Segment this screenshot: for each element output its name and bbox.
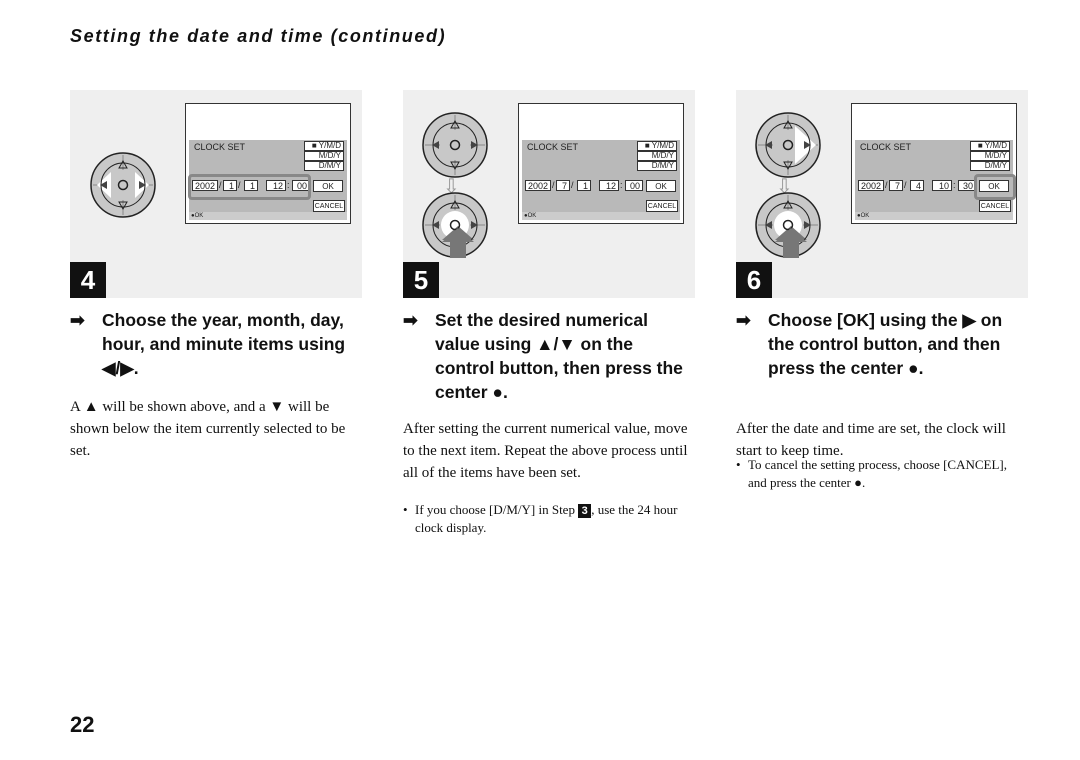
lcd-screen: CLOCK SET ■ Y/M/D M/D/Y D/M/Y 2002 7 1 12 00 / /: O… bbox=[518, 103, 684, 224]
date-field: 4 bbox=[910, 180, 924, 191]
cancel-button: CANCEL bbox=[646, 200, 678, 212]
control-button-press-icon bbox=[755, 192, 821, 258]
date-field: 00 bbox=[625, 180, 643, 191]
clock-set-label: CLOCK SET bbox=[860, 142, 912, 152]
step-note: • To cancel the setting process, choose [… bbox=[736, 456, 1016, 492]
control-button-press-icon bbox=[422, 192, 488, 258]
selection-highlight bbox=[974, 174, 1016, 200]
date-format-option: D/M/Y bbox=[637, 161, 677, 171]
arrow-icon: ➡ bbox=[70, 310, 85, 330]
page-number: 22 bbox=[70, 712, 95, 737]
lcd-screen: CLOCK SET ■ Y/M/D M/D/Y D/M/Y 2002 7 4 10 30//: O… bbox=[851, 103, 1017, 224]
control-button-icon bbox=[422, 112, 488, 178]
date-format-option: D/M/Y bbox=[304, 161, 344, 171]
step-body: A ▲ will be shown above, and a ▼ will be… bbox=[70, 399, 346, 459]
cancel-button: CANCEL bbox=[313, 200, 345, 212]
date-field: 10 bbox=[932, 180, 952, 191]
ok-hint-bar: ●OK bbox=[189, 212, 347, 220]
note-text: To cancel the setting process, choose [C… bbox=[748, 457, 1008, 490]
step-ref-badge: 3 bbox=[578, 504, 592, 518]
date-format-list: ■ Y/M/D M/D/Y D/M/Y bbox=[970, 141, 1010, 171]
date-field: 1 bbox=[577, 180, 591, 191]
clock-set-label: CLOCK SET bbox=[194, 142, 246, 152]
date-format-option: ■ Y/M/D bbox=[304, 141, 344, 151]
separator: : bbox=[620, 180, 623, 190]
control-button-icon bbox=[755, 112, 821, 178]
separator: : bbox=[953, 180, 956, 190]
cancel-button: CANCEL bbox=[979, 200, 1011, 212]
date-field: 2002 bbox=[858, 180, 884, 191]
date-field: 2002 bbox=[525, 180, 551, 191]
date-field: 12 bbox=[599, 180, 619, 191]
step-heading-text: Set the desired numerical value using ▲/… bbox=[435, 310, 683, 402]
date-format-option: M/D/Y bbox=[970, 151, 1010, 161]
date-format-option: ■ Y/M/D bbox=[970, 141, 1010, 151]
step-heading: ➡ Choose the year, month, day, hour, and … bbox=[70, 308, 360, 380]
step-5-illustration: 5 ⇩ CLOCK SET ■ Y/M/D M/D/Y D/M/Y 2002 7 1 12 00//… bbox=[403, 90, 695, 298]
date-field: 7 bbox=[556, 180, 570, 191]
lcd-screen: CLOCK SET ■ Y/M/D M/D/Y D/M/Y 2002 1 1 12 00//: O… bbox=[185, 103, 351, 224]
section-title: Setting the date and time (continued) bbox=[70, 26, 447, 46]
bullet: • bbox=[736, 457, 741, 472]
step-number-badge: 4 bbox=[70, 262, 106, 298]
step-note: • If you choose [D/M/Y] in Step 3, use th… bbox=[403, 501, 683, 537]
step-number-badge: 6 bbox=[736, 262, 772, 298]
date-field: 7 bbox=[889, 180, 903, 191]
ok-button: OK bbox=[646, 180, 676, 192]
separator: / bbox=[552, 180, 555, 190]
step-body: After setting the current numerical valu… bbox=[403, 421, 688, 481]
step-number-badge: 5 bbox=[403, 262, 439, 298]
step-heading: ➡ Set the desired numerical value using ▲… bbox=[403, 308, 693, 404]
step-heading: ➡ Choose [OK] using the ▶ on the control … bbox=[736, 308, 1026, 380]
step-heading-text: Choose [OK] using the ▶ on the control b… bbox=[768, 310, 1003, 378]
date-format-list: ■ Y/M/D M/D/Y D/M/Y bbox=[637, 141, 677, 171]
date-format-option: M/D/Y bbox=[304, 151, 344, 161]
ok-button: OK bbox=[313, 180, 343, 192]
arrow-icon: ➡ bbox=[736, 310, 751, 330]
ok-hint-bar: ●OK bbox=[855, 212, 1013, 220]
clock-set-label: CLOCK SET bbox=[527, 142, 579, 152]
ok-hint-bar: ●OK bbox=[522, 212, 680, 220]
date-format-option: M/D/Y bbox=[637, 151, 677, 161]
separator: / bbox=[904, 180, 907, 190]
separator: / bbox=[571, 180, 574, 190]
step-6-illustration: 6 ⇩ CLOCK SET ■ Y/M/D M/D/Y D/M/Y 2002 7 4 10 30//… bbox=[736, 90, 1028, 298]
selection-highlight bbox=[188, 174, 311, 200]
arrow-icon: ➡ bbox=[403, 310, 418, 330]
step-heading-text: Choose the year, month, day, hour, and m… bbox=[102, 310, 346, 378]
step-4-illustration: 4 CLOCK SET ■ Y/M/D M/D/Y D/M/Y 2002 1 1 12 00//:… bbox=[70, 90, 362, 298]
bullet: • bbox=[403, 502, 408, 517]
date-format-option: D/M/Y bbox=[970, 161, 1010, 171]
separator: / bbox=[885, 180, 888, 190]
control-button-icon bbox=[90, 152, 156, 218]
note-text: If you choose [D/M/Y] in Step bbox=[415, 502, 575, 517]
date-format-option: ■ Y/M/D bbox=[637, 141, 677, 151]
date-format-list: ■ Y/M/D M/D/Y D/M/Y bbox=[304, 141, 344, 171]
